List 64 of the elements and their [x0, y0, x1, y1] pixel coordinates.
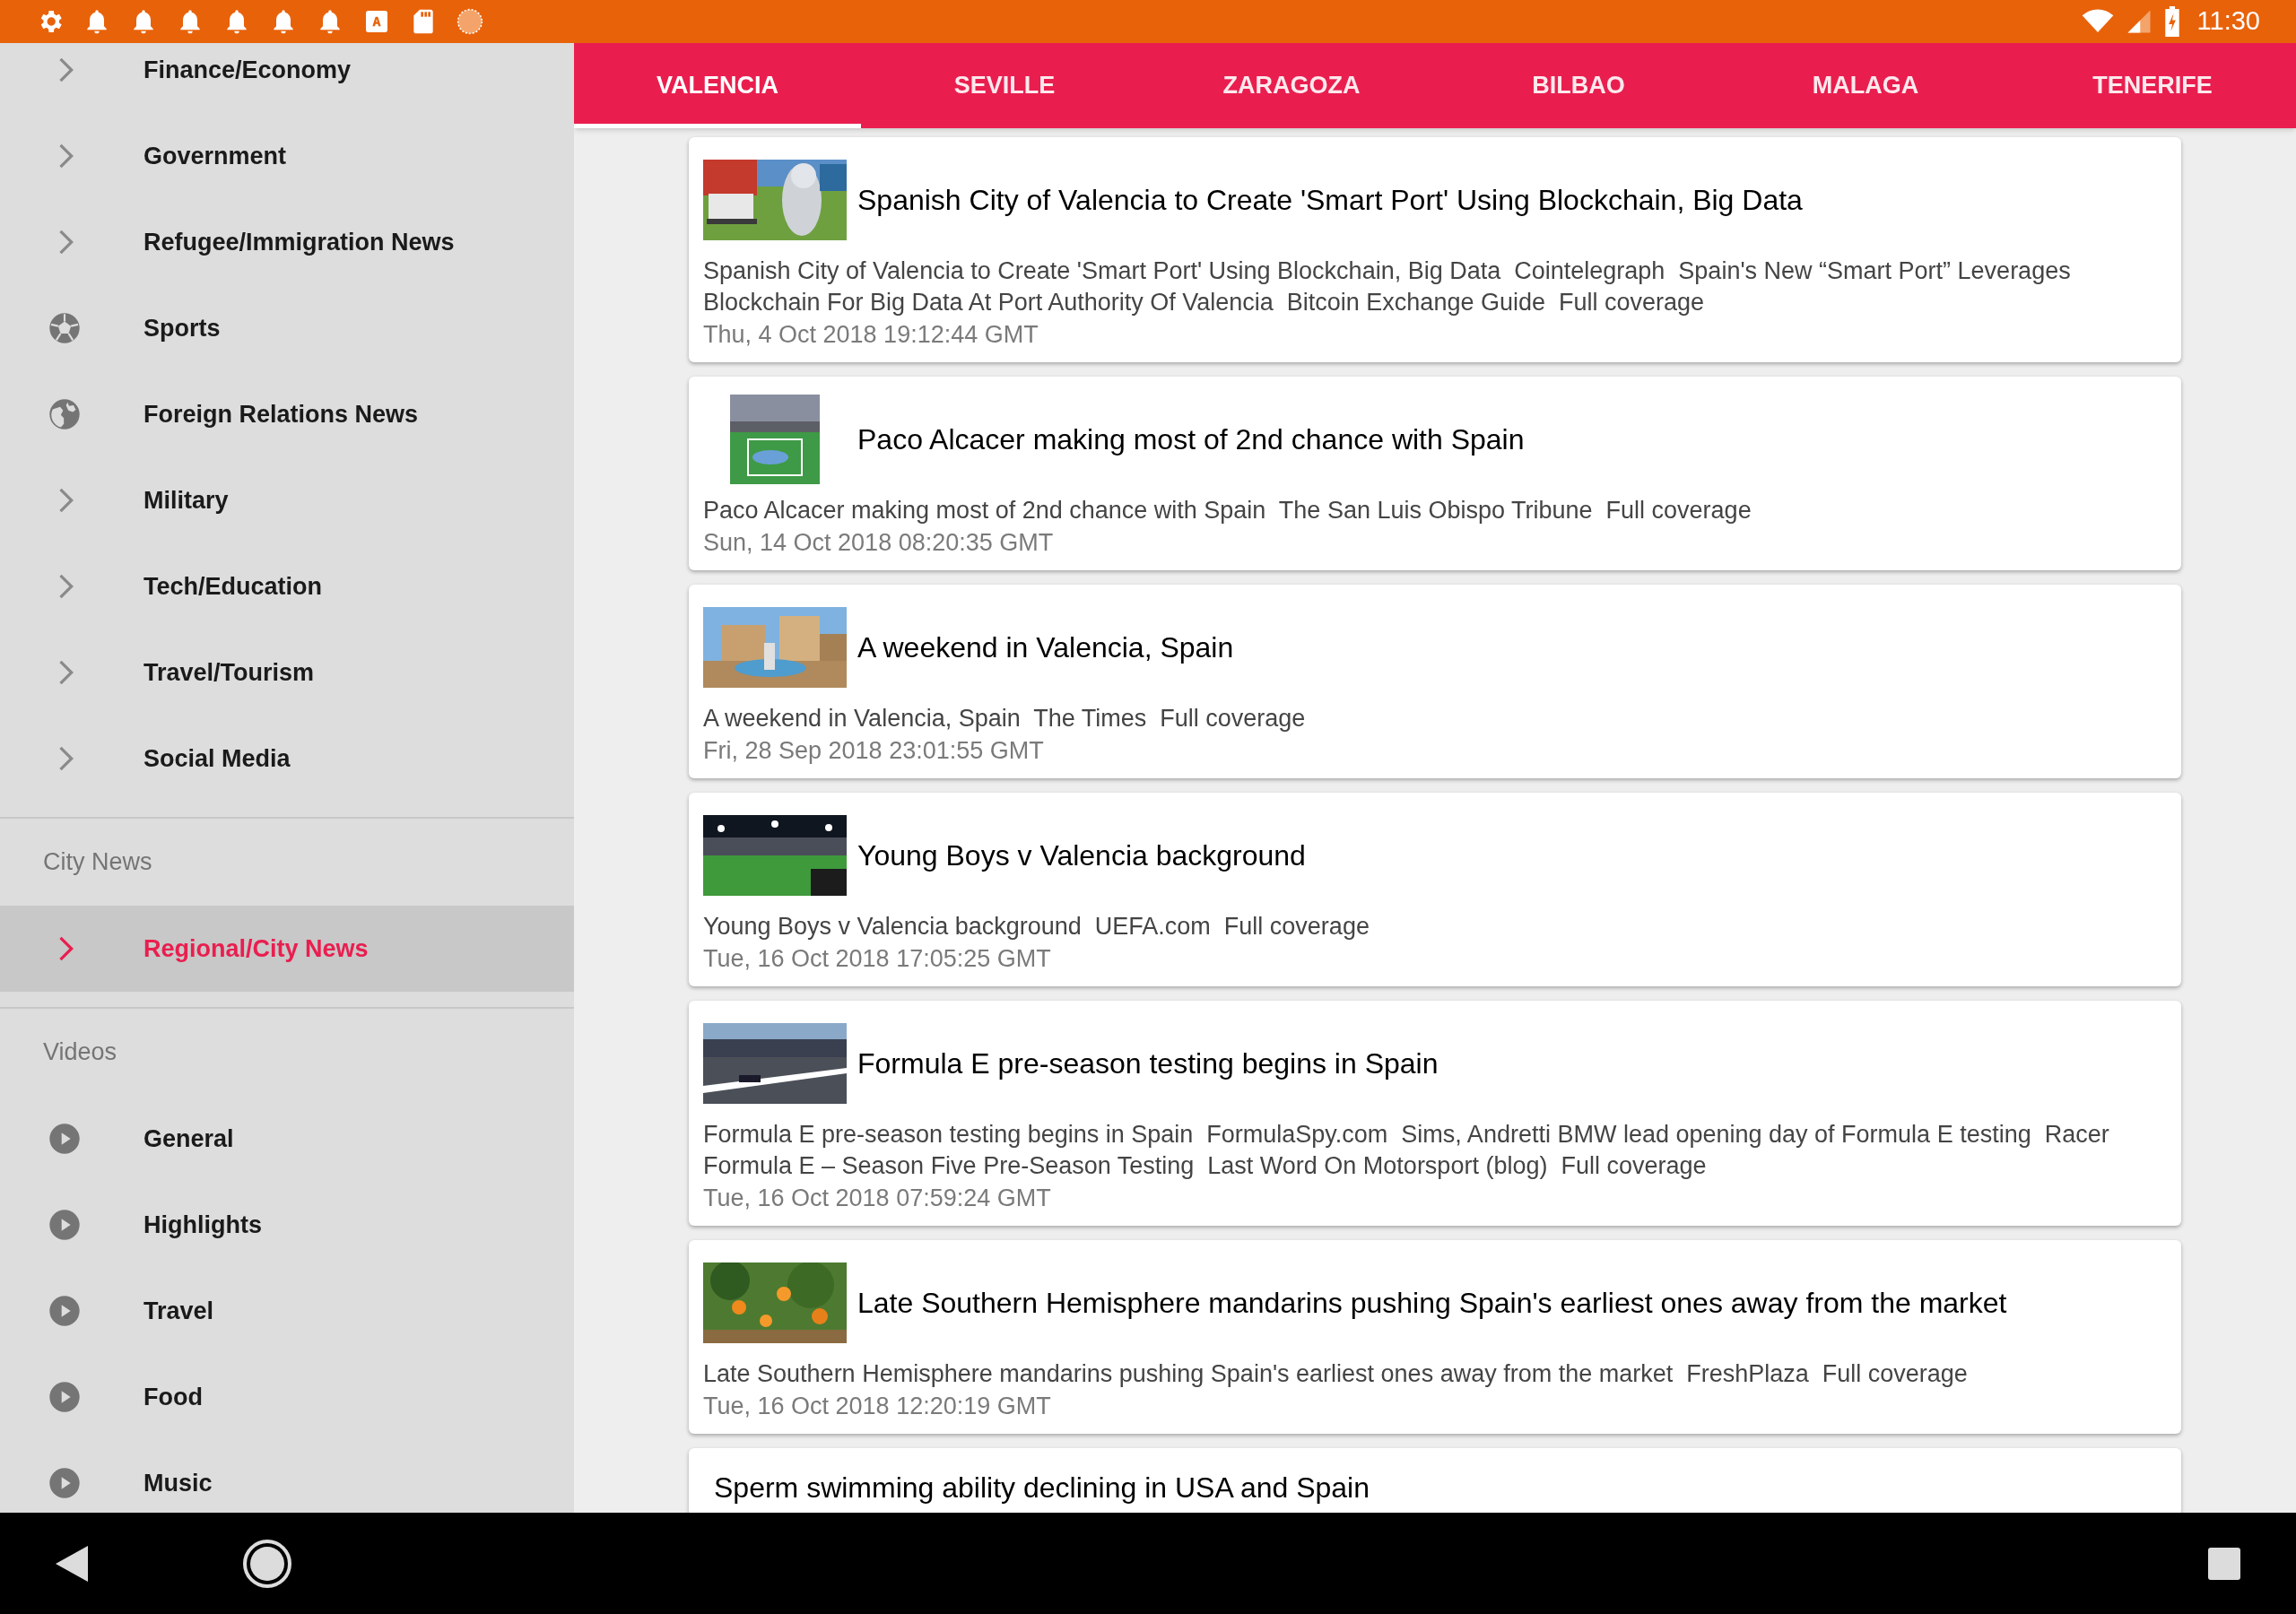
headline: Spanish City of Valencia to Create 'Smart Port' Using Blockchain, Big Data	[857, 183, 1803, 218]
battery-icon	[2162, 6, 2181, 37]
drawer-item[interactable]: Government	[0, 113, 574, 199]
date: Sun, 14 Oct 2018 08:20:35 GMT	[703, 528, 1055, 558]
headline: Formula E pre-season testing begins in Spain	[857, 1046, 1439, 1081]
circle-icon	[456, 7, 484, 36]
news-card[interactable]: Paco Alcacer making most of 2nd chance with Spain Paco Alcacer making most of 2nd chance with Spain The San Luis Obispo Tribune Full coverage Sun, 14 Oct 2018 08:20:35 GMT	[689, 377, 2181, 570]
news-card[interactable]	[689, 1240, 2181, 1434]
section-header: City News	[42, 847, 153, 878]
summary: Formula E pre-season testing begins in Spain FormulaSpy.com Sims, Andretti BMW lead opening day of Formula E testing Racer Formula E – Season Five Pre-Season Testing Last Word On Motorsport (blog) Full coverage	[703, 1120, 2110, 1181]
drawer-item[interactable]: Food	[0, 1354, 574, 1440]
clock: 11:30	[2196, 5, 2260, 38]
play-icon	[47, 1379, 83, 1415]
drawer-item[interactable]: Highlights	[0, 1182, 574, 1268]
globe-icon	[47, 396, 83, 432]
headline: Paco Alcacer making most of 2nd chance with Spain	[857, 422, 1525, 457]
tab[interactable]: SEVILLE	[861, 43, 1148, 128]
play-icon	[47, 1293, 83, 1329]
summary: Late Southern Hemisphere mandarins pushing Spain's earliest ones away from the market FreshPlaza Full coverage	[703, 1359, 1969, 1389]
tab[interactable]: MALAGA	[1722, 43, 2009, 128]
play-icon	[47, 1465, 83, 1501]
recents-button[interactable]	[2206, 1545, 2242, 1582]
back-button[interactable]	[54, 1545, 90, 1582]
soccer-ball-icon	[47, 310, 83, 346]
date: Tue, 16 Oct 2018 07:59:24 GMT	[703, 1184, 1052, 1213]
tab[interactable]: BILBAO	[1435, 43, 1722, 128]
drawer-item[interactable]: Foreign Relations News	[0, 371, 574, 457]
tab[interactable]: TENERIFE	[2009, 43, 2296, 128]
section-header: Videos	[42, 1037, 118, 1068]
date: Fri, 28 Sep 2018 23:01:55 GMT	[703, 736, 1045, 766]
date: Tue, 16 Oct 2018 12:20:19 GMT	[703, 1392, 1052, 1421]
back-icon	[56, 1545, 88, 1582]
headline: Late Southern Hemisphere mandarins pushing Spain's earliest ones away from the market	[857, 1286, 2007, 1321]
drawer-item[interactable]: Finance/Economy	[0, 43, 574, 113]
news-card[interactable]: Sperm swimming ability declining in USA and Spain	[689, 1448, 2181, 1513]
recents-icon	[2208, 1547, 2240, 1580]
summary: Young Boys v Valencia background UEFA.com Full coverage	[703, 912, 1370, 941]
headline: Young Boys v Valencia background	[857, 838, 1306, 873]
play-icon	[47, 1207, 83, 1243]
news-card[interactable]	[689, 1001, 2181, 1226]
drawer-item[interactable]: General	[0, 1096, 574, 1182]
news-card[interactable]: A weekend in Valencia, Spain A weekend in Valencia, Spain The Times Full coverage Fri, 28 Sep 2018 23:01:55 GMT	[689, 585, 2181, 778]
tab[interactable]: ZARAGOZA	[1148, 43, 1435, 128]
drawer-item[interactable]: Military	[0, 457, 574, 543]
date: Thu, 4 Oct 2018 19:12:44 GMT	[703, 320, 1039, 350]
drawer-item[interactable]: Travel/Tourism	[0, 629, 574, 716]
play-icon	[47, 1121, 83, 1157]
summary: A weekend in Valencia, Spain The Times Full coverage	[703, 704, 1307, 733]
tab[interactable]: VALENCIA	[574, 43, 861, 128]
drawer-item[interactable]: Music	[0, 1440, 574, 1513]
drawer-item[interactable]: Travel	[0, 1268, 574, 1354]
home-icon	[242, 1538, 292, 1589]
drawer-item[interactable]: Refugee/Immigration News	[0, 199, 574, 285]
drawer-item[interactable]: Sports	[0, 285, 574, 371]
drawer-item[interactable]: Tech/Education	[0, 543, 574, 629]
drawer-item[interactable]: Social Media	[0, 716, 574, 802]
headline: A weekend in Valencia, Spain	[857, 630, 1234, 665]
news-card[interactable]: Young Boys v Valencia background Young Boys v Valencia background UEFA.com Full coverage Tue, 16 Oct 2018 17:05:25 GMT	[689, 793, 2181, 986]
home-button[interactable]	[242, 1538, 292, 1589]
news-card[interactable]	[689, 137, 2181, 362]
summary: Spanish City of Valencia to Create 'Smart Port' Using Blockchain, Big Data Cointelegraph Spain's New “Smart Port” Leverages Blockchain For Big Data At Port Authority Of Valencia Bitcoin Exchange Guide Full coverage	[703, 256, 2072, 317]
summary: Paco Alcacer making most of 2nd chance with Spain The San Luis Obispo Tribune Full coverage	[703, 496, 1752, 525]
date: Tue, 16 Oct 2018 17:05:25 GMT	[703, 944, 1052, 974]
headline: Sperm swimming ability declining in USA and Spain	[714, 1471, 1370, 1506]
